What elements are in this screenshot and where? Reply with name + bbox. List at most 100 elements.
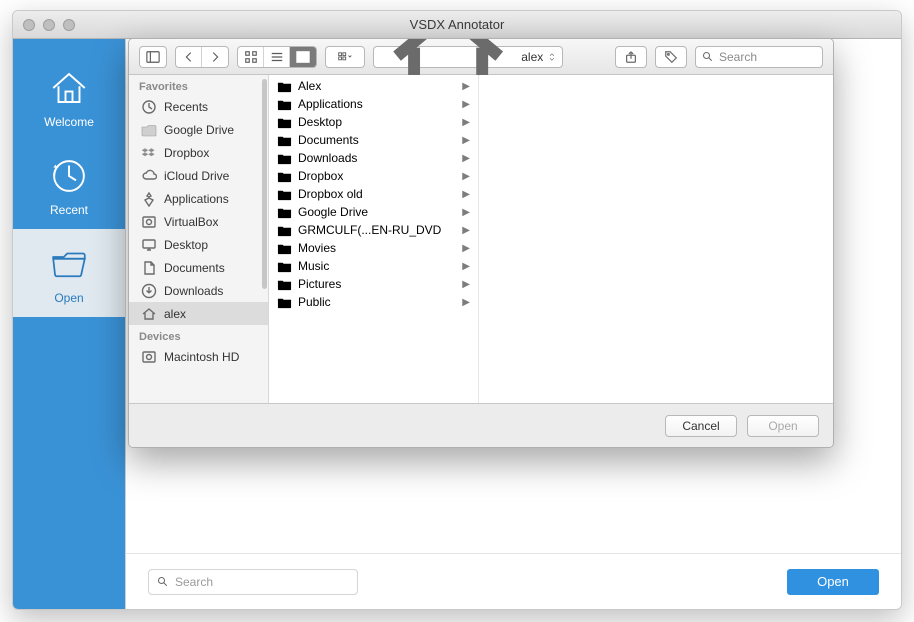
sidebar-item-label: Downloads — [164, 284, 223, 298]
folder-name: Dropbox old — [298, 187, 363, 201]
file-open-dialog: alex Search Favorites Recents Google Dri… — [128, 38, 834, 448]
sidebar-header-devices: Devices — [129, 325, 268, 345]
folder-name: Downloads — [298, 151, 357, 165]
folder-row[interactable]: Pictures ▶ — [269, 275, 478, 293]
folder-icon — [277, 241, 292, 256]
sidebar-item-label: Applications — [164, 192, 229, 206]
doc-icon — [141, 260, 157, 276]
folder-row[interactable]: Dropbox old ▶ — [269, 185, 478, 203]
folder-row[interactable]: Applications ▶ — [269, 95, 478, 113]
sidebar-item-open[interactable]: Open — [13, 229, 125, 317]
tags-button[interactable] — [655, 46, 687, 68]
sidebar-item-label: iCloud Drive — [164, 169, 229, 183]
group-icon — [338, 50, 352, 64]
desktop-icon — [141, 237, 157, 253]
download-icon — [141, 283, 157, 299]
sidebar-item[interactable]: alex — [129, 302, 268, 325]
view-mode-switch — [237, 46, 317, 68]
nav-back-button[interactable] — [176, 47, 202, 67]
sidebar-item[interactable]: Dropbox — [129, 141, 268, 164]
path-dropdown[interactable]: alex — [373, 46, 563, 68]
chevron-right-icon: ▶ — [462, 207, 470, 218]
sidebar-item[interactable]: Downloads — [129, 279, 268, 302]
folder-row[interactable]: Documents ▶ — [269, 131, 478, 149]
sidebar-item[interactable]: Google Drive — [129, 118, 268, 141]
sidebar-item[interactable]: Documents — [129, 256, 268, 279]
nav-forward-button[interactable] — [202, 47, 228, 67]
folder-row[interactable]: Movies ▶ — [269, 239, 478, 257]
sidebar-item-label: VirtualBox — [164, 215, 218, 229]
search-icon — [702, 51, 714, 63]
sidebar-item-label: Documents — [164, 261, 225, 275]
sidebar-item[interactable]: Recents — [129, 95, 268, 118]
folder-row[interactable]: Alex ▶ — [269, 77, 478, 95]
clock-icon — [141, 99, 157, 115]
folder-gray-icon — [141, 122, 157, 138]
sidebar-item-label: Open — [54, 291, 83, 305]
folder-name: Desktop — [298, 115, 342, 129]
apps-icon — [141, 191, 157, 207]
sidebar-icon — [146, 50, 160, 64]
share-button[interactable] — [615, 46, 647, 68]
sidebar-item[interactable]: Applications — [129, 187, 268, 210]
tag-icon — [664, 50, 678, 64]
window-title: VSDX Annotator — [13, 17, 901, 32]
folder-name: Dropbox — [298, 169, 343, 183]
folder-open-icon — [48, 243, 90, 285]
sidebar-toggle[interactable] — [139, 46, 167, 68]
sidebar-item-label: Macintosh HD — [164, 350, 239, 364]
updown-icon — [548, 52, 556, 62]
sidebar-item-label: Desktop — [164, 238, 208, 252]
view-columns-button[interactable] — [290, 47, 316, 67]
chevron-right-icon: ▶ — [462, 81, 470, 92]
sidebar-item-label: alex — [164, 307, 186, 321]
folder-icon — [277, 223, 292, 238]
sidebar-item-label: Recent — [50, 203, 88, 217]
folder-row[interactable]: Dropbox ▶ — [269, 167, 478, 185]
open-button[interactable]: Open — [787, 569, 879, 595]
dropbox-icon — [141, 145, 157, 161]
view-icons-button[interactable] — [238, 47, 264, 67]
chevron-right-icon: ▶ — [462, 243, 470, 254]
folder-name: Google Drive — [298, 205, 368, 219]
chevron-right-icon: ▶ — [462, 117, 470, 128]
sidebar-item-recent[interactable]: Recent — [13, 141, 125, 229]
sidebar-item[interactable]: VirtualBox — [129, 210, 268, 233]
sidebar-item[interactable]: Macintosh HD — [129, 345, 268, 368]
chevron-right-icon: ▶ — [462, 99, 470, 110]
sidebar-item-label: Dropbox — [164, 146, 209, 160]
scrollbar[interactable] — [262, 79, 267, 289]
search-placeholder: Search — [719, 50, 757, 64]
chevron-right-icon: ▶ — [462, 171, 470, 182]
group-by-button[interactable] — [325, 46, 365, 68]
folder-row[interactable]: Google Drive ▶ — [269, 203, 478, 221]
dialog-open-button[interactable]: Open — [747, 415, 819, 437]
dialog-footer: Cancel Open — [129, 403, 833, 447]
sidebar-item[interactable]: iCloud Drive — [129, 164, 268, 187]
column-resize-handle[interactable]: || — [479, 75, 481, 77]
dialog-search-input[interactable]: Search — [695, 46, 823, 68]
folder-row[interactable]: Public ▶ — [269, 293, 478, 311]
sidebar-item[interactable]: Desktop — [129, 233, 268, 256]
chevron-right-icon: ▶ — [462, 135, 470, 146]
folder-icon — [277, 205, 292, 220]
folder-row[interactable]: GRMCULF(...EN-RU_DVD ▶ — [269, 221, 478, 239]
search-icon — [157, 576, 169, 588]
chevron-right-icon: ▶ — [462, 153, 470, 164]
chevron-right-icon: ▶ — [462, 279, 470, 290]
folder-row[interactable]: Desktop ▶ — [269, 113, 478, 131]
chevron-right-icon — [208, 50, 222, 64]
sidebar-item-welcome[interactable]: Welcome — [13, 53, 125, 141]
search-input[interactable]: Search — [148, 569, 358, 595]
disk-icon — [141, 349, 157, 365]
view-list-button[interactable] — [264, 47, 290, 67]
cancel-button[interactable]: Cancel — [665, 415, 737, 437]
folder-icon — [277, 133, 292, 148]
home-icon — [141, 306, 157, 322]
folder-row[interactable]: Music ▶ — [269, 257, 478, 275]
search-placeholder: Search — [175, 575, 213, 589]
folder-row[interactable]: Downloads ▶ — [269, 149, 478, 167]
nav-back-forward — [175, 46, 229, 68]
chevron-right-icon: ▶ — [462, 261, 470, 272]
list-icon — [270, 50, 284, 64]
